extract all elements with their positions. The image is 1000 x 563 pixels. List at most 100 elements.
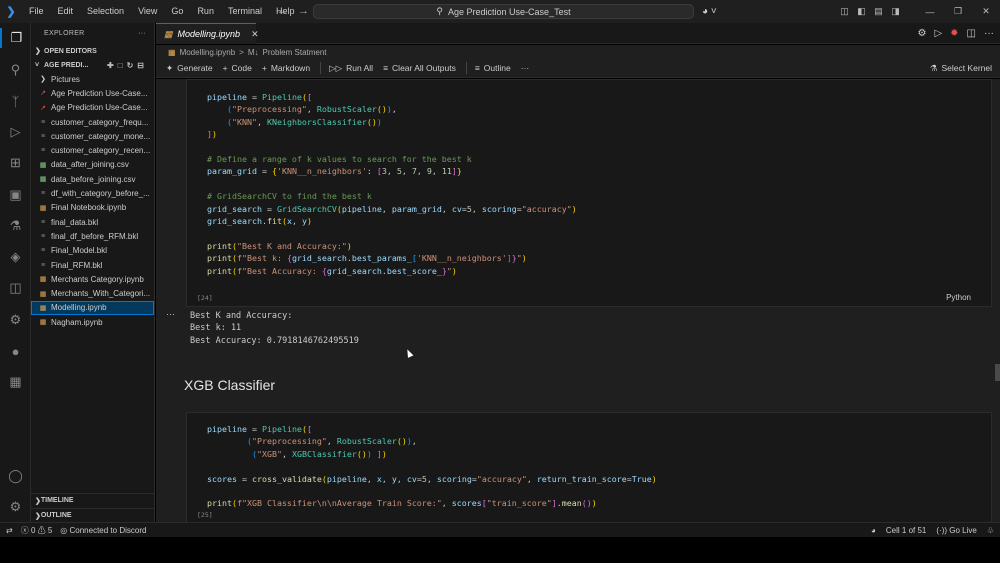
- clear-outputs-button[interactable]: ≡ Clear All Outputs: [383, 63, 456, 73]
- file-tree-item[interactable]: ≡ Final_RFM.bkl: [31, 258, 154, 272]
- testing-icon[interactable]: ⚗: [0, 216, 31, 236]
- timeline-section[interactable]: ❯ TIMELINE: [31, 493, 155, 507]
- search-view-icon[interactable]: ⚲: [0, 60, 31, 80]
- folder-section[interactable]: ˅ AGE PREDI... ✚ □ ↻ ⊟: [31, 58, 154, 72]
- problems-indicator[interactable]: ⓧ 0 ⚠ 5: [21, 525, 53, 536]
- menu-file[interactable]: File: [22, 0, 51, 23]
- close-window-icon[interactable]: ✕: [972, 6, 1000, 17]
- file-tree-item[interactable]: ▦ Nagham.ipynb: [31, 315, 154, 329]
- layout-customize-icon[interactable]: ◫: [836, 6, 853, 17]
- file-tree-item[interactable]: ↗ Age Prediction Use-Case...: [31, 101, 154, 115]
- close-tab-icon[interactable]: ✕: [251, 29, 259, 40]
- new-file-icon[interactable]: ✚: [107, 61, 114, 70]
- code-cell-24-source[interactable]: pipeline = Pipeline([ ("Preprocessing", …: [207, 91, 577, 277]
- run-icon[interactable]: ▷: [934, 28, 942, 39]
- back-arrow-icon[interactable]: ←: [277, 0, 288, 23]
- file-tree-item[interactable]: ▦ data_after_joining.csv: [31, 158, 154, 172]
- file-tree-item[interactable]: ▦ data_before_joining.csv: [31, 172, 154, 186]
- more-toolbar-button[interactable]: ···: [521, 63, 530, 73]
- run-all-button[interactable]: ▷▷ Run All: [329, 63, 373, 74]
- file-tree-item[interactable]: ❯ Pictures: [31, 72, 154, 86]
- toggle-secondary-sidebar-icon[interactable]: ◨: [887, 6, 904, 17]
- code-cell-24[interactable]: pipeline = Pipeline([ ("Preprocessing", …: [186, 79, 992, 307]
- file-tree-item[interactable]: ▦ Merchants Category.ipynb: [31, 272, 154, 286]
- discord-status[interactable]: ◎ Connected to Discord: [60, 526, 146, 535]
- editor-actions: ⚙ ▷ ✹ ◫ ···: [917, 23, 994, 44]
- file-tree-item[interactable]: ▦ Final Notebook.ipynb: [31, 201, 154, 215]
- menu-edit[interactable]: Edit: [51, 0, 81, 23]
- toggle-panel-icon[interactable]: ▤: [870, 6, 887, 17]
- tab-modelling[interactable]: ▦ Modelling.ipynb ✕: [156, 23, 259, 44]
- run-debug-icon[interactable]: ▷: [0, 122, 31, 142]
- notifications-bell-icon[interactable]: ♧: [987, 526, 994, 535]
- notebook-icon: ▦: [168, 47, 176, 57]
- copilot-status-icon[interactable]: ◕: [871, 526, 876, 535]
- extensions-icon[interactable]: ⊞: [0, 153, 31, 173]
- explorer-icon[interactable]: ❐: [0, 28, 31, 48]
- collapse-all-icon[interactable]: ⊟: [137, 61, 144, 70]
- outline-button[interactable]: ≡ Outline: [475, 63, 511, 73]
- refresh-icon[interactable]: ↻: [127, 61, 134, 70]
- containers-icon[interactable]: ▦: [0, 372, 31, 392]
- notebook-icon: ▦: [164, 28, 173, 39]
- account-icon[interactable]: ◯: [0, 466, 31, 486]
- vertical-scrollbar[interactable]: [995, 364, 1000, 381]
- file-name: customer_category_mone...: [51, 131, 151, 141]
- explorer-more-icon[interactable]: ···: [138, 30, 146, 37]
- select-kernel-button[interactable]: ⚗ Select Kernel: [930, 63, 992, 74]
- code-cell-25-source[interactable]: pipeline = Pipeline([ ("Preprocessing", …: [207, 423, 657, 510]
- menu-go[interactable]: Go: [164, 0, 190, 23]
- menu-terminal[interactable]: Terminal: [221, 0, 269, 23]
- add-markdown-button[interactable]: + Markdown: [262, 63, 310, 73]
- file-tree: ❯ Pictures ↗ Age Prediction Use-Case... ↗ Age…: [31, 72, 154, 329]
- menu-view[interactable]: View: [131, 0, 164, 23]
- cell-position[interactable]: Cell 1 of 51: [886, 526, 926, 535]
- file-tree-item[interactable]: ▦ Merchants_With_Categori...: [31, 286, 154, 300]
- execution-count: [24]: [197, 294, 213, 302]
- python-icon[interactable]: ◈: [0, 247, 31, 267]
- command-center-search[interactable]: ⚲ Age Prediction Use-Case_Test: [313, 4, 694, 19]
- file-icon: ≡: [40, 247, 46, 255]
- settings-gear-icon[interactable]: ⚙: [0, 497, 31, 517]
- file-tree-item[interactable]: ≡ Final_Model.bkl: [31, 244, 154, 258]
- file-tree-item[interactable]: ≡ customer_category_mone...: [31, 129, 154, 143]
- breadcrumb-file[interactable]: Modelling.ipynb: [180, 48, 236, 57]
- split-editor-icon[interactable]: ◫: [967, 28, 976, 39]
- file-name: df_with_category_before_...: [51, 189, 150, 199]
- file-tree-item[interactable]: ≡ df_with_category_before_...: [31, 186, 154, 200]
- mongodb-leaf-icon[interactable]: ●: [0, 341, 31, 361]
- file-tree-item[interactable]: ↗ Age Prediction Use-Case...: [31, 86, 154, 100]
- menu-run[interactable]: Run: [190, 0, 221, 23]
- debug-icon[interactable]: ✹: [950, 28, 958, 39]
- restore-icon[interactable]: ❐: [944, 6, 972, 17]
- more-actions-icon[interactable]: ···: [984, 28, 994, 39]
- remote-icon[interactable]: ⇄: [6, 526, 13, 535]
- file-tree-item[interactable]: ≡ final_data.bkl: [31, 215, 154, 229]
- menu-selection[interactable]: Selection: [80, 0, 131, 23]
- toggle-sidebar-icon[interactable]: ◧: [853, 6, 870, 17]
- code-cell-25[interactable]: pipeline = Pipeline([ ("Preprocessing", …: [186, 412, 992, 522]
- plus-icon: +: [222, 63, 228, 73]
- remote-explorer-icon[interactable]: ▣: [0, 185, 31, 205]
- file-tree-item[interactable]: ≡ customer_category_frequ...: [31, 115, 154, 129]
- forward-arrow-icon[interactable]: →: [298, 0, 309, 23]
- minimize-icon[interactable]: —: [916, 7, 944, 17]
- breadcrumb-section[interactable]: Problem Statment: [263, 48, 327, 57]
- copilot-icon[interactable]: ◕ ˅: [702, 0, 717, 23]
- output-more-icon[interactable]: ···: [166, 309, 175, 319]
- file-tree-item[interactable]: ▦ Modelling.ipynb: [31, 300, 154, 316]
- source-control-icon[interactable]: ᛉ: [0, 91, 31, 111]
- go-live-button[interactable]: (·)) Go Live: [936, 526, 976, 535]
- file-tree-item[interactable]: ≡ customer_category_recen...: [31, 143, 154, 157]
- open-editors-section[interactable]: ❯ OPEN EDITORS: [31, 44, 154, 58]
- new-folder-icon[interactable]: □: [118, 61, 123, 70]
- cell-language[interactable]: Python: [946, 293, 971, 302]
- generate-button[interactable]: ✦ Generate: [166, 63, 213, 74]
- file-tree-item[interactable]: ≡ final_df_before_RFM.bkl: [31, 229, 154, 243]
- database-icon[interactable]: ◫: [0, 278, 31, 298]
- settings-gear-icon[interactable]: ⚙: [917, 28, 926, 39]
- jupyter-icon[interactable]: ⚙: [0, 310, 31, 330]
- output-line: Best K and Accuracy:: [190, 311, 293, 321]
- outline-section[interactable]: ❯ OUTLINE: [31, 508, 155, 522]
- add-code-button[interactable]: + Code: [223, 63, 252, 73]
